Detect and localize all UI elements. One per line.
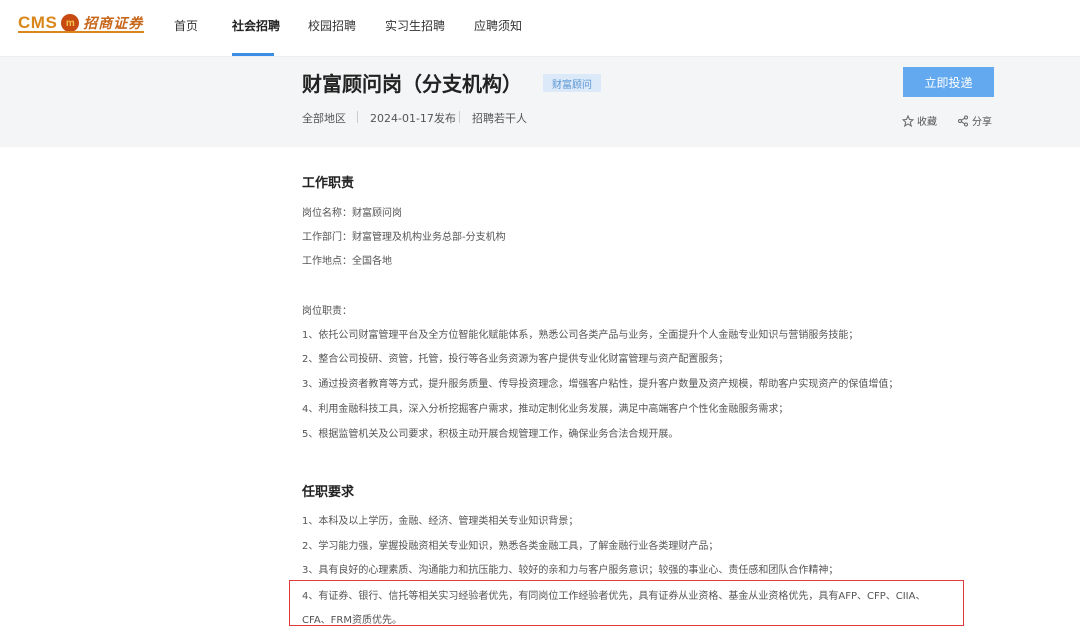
logo-underline [18,31,144,33]
nav-item-social-recruitment[interactable]: 社会招聘 [232,16,280,40]
job-info-location: 工作地点：全国各地 [302,256,392,267]
job-title: 财富顾问岗（分支机构） [302,72,522,96]
top-navigation-bar: CMS m 招商证券 首页 社会招聘 校园招聘 实习生招聘 应聘须知 [0,0,1080,57]
job-category-tag: 财富顾问 [543,74,601,92]
logo-brand: CMS [18,13,58,32]
job-info-position: 岗位名称：财富顾问岗 [302,208,402,219]
logo-chinese-name: 招商证券 [83,16,144,32]
duties-heading: 工作职责 [302,176,355,191]
share-button[interactable]: 分享 [957,113,992,128]
share-icon [958,115,968,126]
duty-item: 1、依托公司财富管理平台及全方位智能化赋能体系，熟悉公司各类产品与业务，全面提升… [302,330,859,341]
share-label: 分享 [972,117,992,128]
job-location: 全部地区 [302,112,346,125]
requirements-heading: 任职要求 [302,485,355,500]
active-tab-indicator [232,53,274,56]
duty-item: 4、利用金融科技工具，深入分析挖掘客户需求，推动定制化业务发展，满足中高端客户个… [302,404,789,415]
nav-item-application-notice[interactable]: 应聘须知 [474,16,522,40]
job-info-department: 工作部门：财富管理及机构业务总部-分支机构 [302,232,506,243]
meta-divider [459,111,460,123]
job-headcount: 招聘若干人 [472,112,527,125]
duties-subheading: 岗位职责： [302,306,352,317]
favorite-label: 收藏 [917,117,937,128]
nav-item-intern-recruitment[interactable]: 实习生招聘 [385,16,445,40]
highlight-annotation-box [289,580,964,626]
duty-item: 2、整合公司投研、资管，托管，投行等各业务资源为客户提供专业化财富管理与资产配置… [302,354,729,365]
nav-item-home[interactable]: 首页 [174,16,198,40]
job-publish-date: 2024-01-17发布 [370,112,456,125]
nav-item-campus-recruitment[interactable]: 校园招聘 [308,16,356,40]
logo-badge-icon: m [61,14,80,32]
apply-button[interactable]: 立即投递 [903,67,994,97]
requirement-item: 1、本科及以上学历，金融、经济、管理类相关专业知识背景； [302,516,579,527]
star-icon [902,114,914,127]
requirement-item: 2、学习能力强，掌握投融资相关专业知识，熟悉各类金融工具，了解金融行业各类理财产… [302,541,719,552]
duty-item: 5、根据监管机关及公司要求，积极主动开展合规管理工作，确保业务合法合规开展。 [302,429,679,440]
requirement-item: 3、具有良好的心理素质、沟通能力和抗压能力、较好的亲和力与客户服务意识；较强的事… [302,565,839,576]
meta-divider [357,111,358,123]
favorite-button[interactable]: 收藏 [902,113,937,128]
duty-item: 3、通过投资者教育等方式，提升服务质量、传导投资理念，增强客户粘性，提升客户数量… [302,379,899,390]
